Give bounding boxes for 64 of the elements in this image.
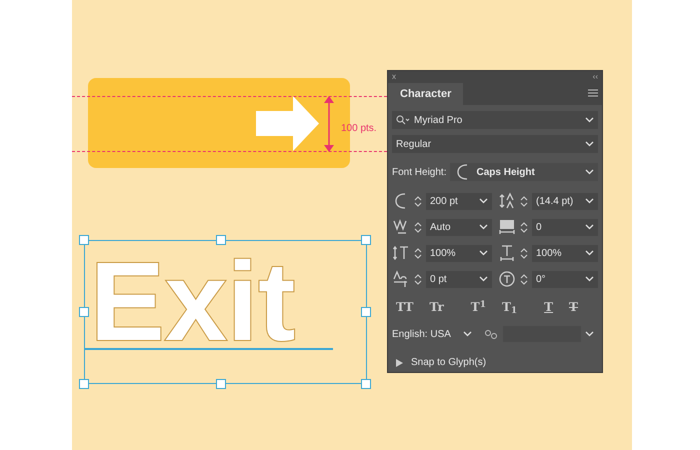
chevron-icon bbox=[585, 198, 594, 204]
tracking-icon bbox=[498, 217, 516, 237]
value-field[interactable]: 200 pt bbox=[426, 192, 492, 210]
value-field[interactable]: 0° bbox=[532, 270, 598, 288]
stepper-icon[interactable] bbox=[520, 246, 528, 260]
chevron-icon bbox=[479, 250, 488, 256]
chevron-icon bbox=[479, 198, 488, 204]
collapse-button[interactable]: ‹‹ bbox=[592, 71, 598, 83]
sample-text: Exit bbox=[90, 258, 296, 346]
selection-handle[interactable] bbox=[216, 379, 226, 389]
stepper-icon[interactable] bbox=[414, 194, 422, 208]
chevron-icon bbox=[585, 276, 594, 282]
selection-handle[interactable] bbox=[361, 235, 371, 245]
stepper-icon[interactable] bbox=[414, 220, 422, 234]
text-style-button[interactable]: T bbox=[544, 298, 554, 316]
snap-toggle[interactable]: Snap to Glyph(s) bbox=[392, 355, 598, 370]
value-field[interactable]: (14.4 pt) bbox=[532, 192, 598, 210]
chevron-icon bbox=[585, 250, 594, 256]
font-height-field[interactable]: Caps Height bbox=[450, 163, 598, 181]
close-button[interactable]: x bbox=[392, 71, 396, 83]
chevron-icon bbox=[479, 224, 488, 230]
panel-tab[interactable]: Character bbox=[388, 83, 464, 105]
text-style-button[interactable]: T$_{1}$ bbox=[502, 298, 518, 316]
selection-handle[interactable] bbox=[361, 379, 371, 389]
hscale-icon bbox=[498, 243, 516, 263]
chevron-icon bbox=[585, 169, 594, 175]
stepper-icon[interactable] bbox=[520, 194, 528, 208]
font-height-label: Font Height: bbox=[392, 166, 446, 180]
value-field[interactable]: Auto bbox=[426, 218, 492, 236]
font-style-field[interactable]: Regular bbox=[392, 135, 598, 153]
stepper-icon[interactable] bbox=[414, 246, 422, 260]
chevron-icon bbox=[585, 224, 594, 230]
dimension-arrow bbox=[324, 96, 334, 152]
baseline-icon bbox=[392, 269, 410, 289]
selection-handle[interactable] bbox=[79, 235, 89, 245]
menu-icon[interactable] bbox=[588, 89, 598, 97]
font-family-field[interactable]: Myriad Pro bbox=[392, 111, 598, 129]
stepper-icon[interactable] bbox=[414, 272, 422, 286]
arrow-shape bbox=[256, 96, 319, 151]
selection-handle[interactable] bbox=[216, 235, 226, 245]
stepper-icon[interactable] bbox=[520, 220, 528, 234]
chevron-icon bbox=[462, 331, 472, 337]
selection-handle[interactable] bbox=[361, 307, 371, 317]
text-style-button[interactable]: Tr bbox=[429, 298, 444, 316]
selection-handle[interactable] bbox=[79, 307, 89, 317]
antialias-icon bbox=[484, 328, 498, 340]
selection-handle[interactable] bbox=[79, 379, 89, 389]
value-field[interactable]: 0 bbox=[532, 218, 598, 236]
leading-icon bbox=[498, 191, 516, 211]
text-style-button[interactable]: T bbox=[569, 298, 578, 316]
value-field[interactable]: 100% bbox=[426, 244, 492, 262]
chevron-icon bbox=[585, 331, 594, 337]
rotate-icon bbox=[498, 269, 516, 289]
chevron-icon bbox=[585, 117, 594, 123]
language-dropdown[interactable]: English: USA bbox=[392, 325, 472, 343]
selection-box[interactable] bbox=[84, 240, 367, 384]
text-style-button[interactable]: TT bbox=[396, 298, 414, 316]
chevron-icon bbox=[479, 276, 488, 282]
chevron-icon bbox=[585, 141, 594, 147]
text-style-button[interactable]: T$^{1}$ bbox=[470, 298, 486, 316]
value-field[interactable]: 100% bbox=[532, 244, 598, 262]
stepper-icon[interactable] bbox=[520, 272, 528, 286]
search-icon bbox=[396, 115, 410, 125]
value-field[interactable]: 0 pt bbox=[426, 270, 492, 288]
